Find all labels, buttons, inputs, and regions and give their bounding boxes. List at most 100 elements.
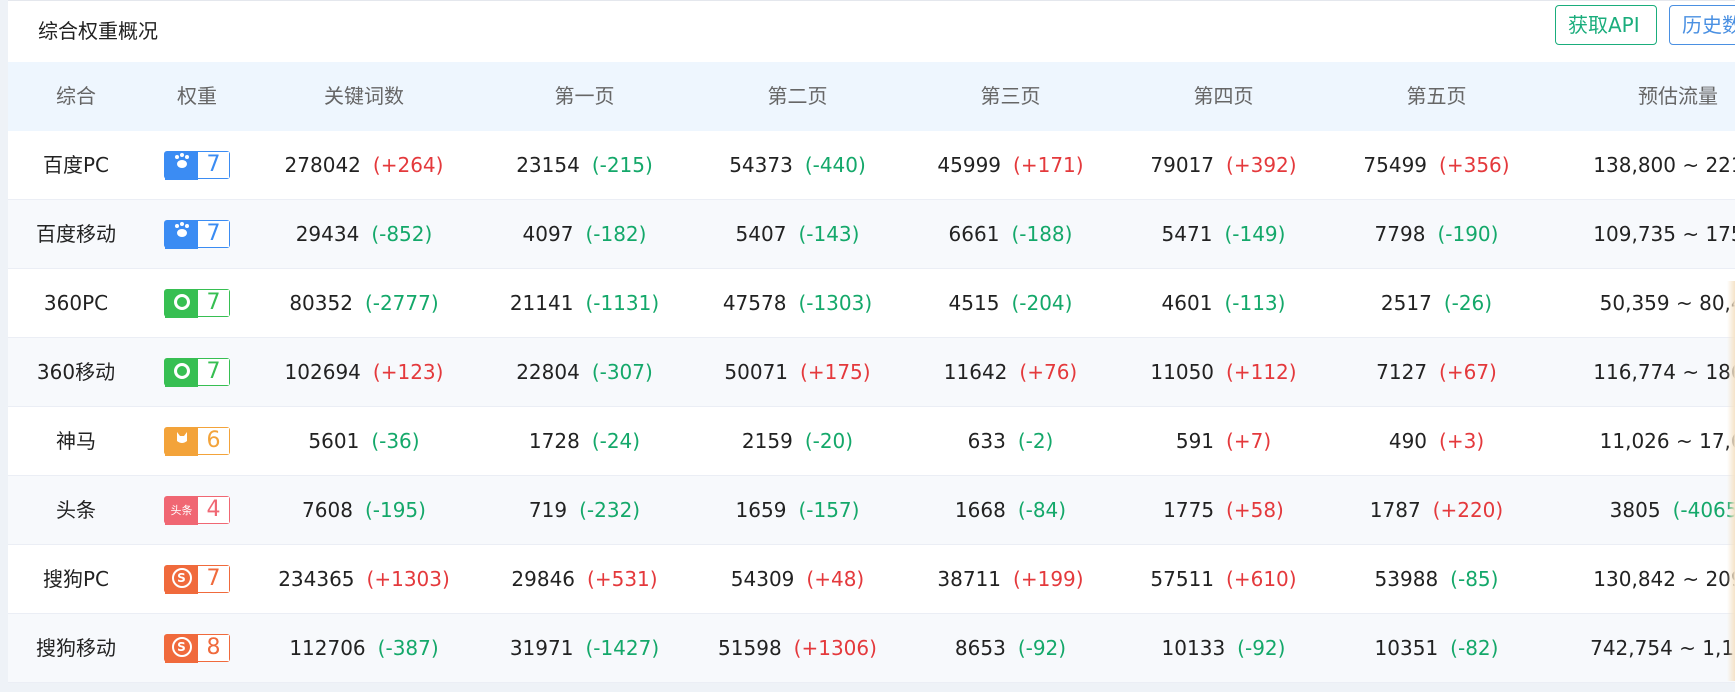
page2-change: (+175) bbox=[800, 360, 871, 384]
weight-badge[interactable]: S8 bbox=[164, 633, 230, 663]
page1-change: (-1427) bbox=[585, 636, 660, 660]
weight-badge[interactable]: 7 bbox=[164, 219, 230, 249]
keywords-cell[interactable]: 80352 (-2777) bbox=[250, 269, 478, 337]
engine-name: 头条 bbox=[56, 498, 96, 522]
page3-cell[interactable]: 1668 (-84) bbox=[904, 476, 1117, 544]
history-data-button[interactable]: 历史数 bbox=[1669, 5, 1735, 45]
page3-cell[interactable]: 45999 (+171) bbox=[904, 131, 1117, 199]
page2-cell[interactable]: 51598 (+1306) bbox=[691, 614, 904, 682]
page5-cell[interactable]: 2517 (-26) bbox=[1330, 269, 1543, 337]
keywords-value: 29434 bbox=[295, 222, 360, 246]
keywords-cell[interactable]: 234365 (+1303) bbox=[250, 545, 478, 613]
page2-value: 50071 bbox=[724, 360, 789, 384]
page5-cell[interactable]: 7127 (+67) bbox=[1330, 338, 1543, 406]
360-ring-icon bbox=[165, 289, 198, 318]
page2-cell[interactable]: 54309 (+48) bbox=[691, 545, 904, 613]
page2-value: 1659 bbox=[735, 498, 787, 522]
keywords-cell[interactable]: 102694 (+123) bbox=[250, 338, 478, 406]
page2-cell[interactable]: 47578 (-1303) bbox=[691, 269, 904, 337]
page5-value: 10351 bbox=[1374, 636, 1439, 660]
page5-cell[interactable]: 490 (+3) bbox=[1330, 407, 1543, 475]
page5-cell[interactable]: 1787 (+220) bbox=[1330, 476, 1543, 544]
page3-cell[interactable]: 38711 (+199) bbox=[904, 545, 1117, 613]
keywords-cell[interactable]: 112706 (-387) bbox=[250, 614, 478, 682]
get-api-button[interactable]: 获取API bbox=[1555, 5, 1657, 45]
page3-change: (-84) bbox=[1017, 498, 1067, 522]
page4-cell[interactable]: 1775 (+58) bbox=[1117, 476, 1330, 544]
keywords-change: (-36) bbox=[371, 429, 420, 453]
page2-cell[interactable]: 2159 (-20) bbox=[691, 407, 904, 475]
shenma-horse-icon bbox=[165, 427, 198, 456]
weight-badge[interactable]: 6 bbox=[164, 426, 230, 456]
page4-cell[interactable]: 79017 (+392) bbox=[1117, 131, 1330, 199]
page3-cell[interactable]: 4515 (-204) bbox=[904, 269, 1117, 337]
engine-name: 360移动 bbox=[36, 360, 116, 384]
page1-cell[interactable]: 719 (-232) bbox=[478, 476, 691, 544]
page1-cell[interactable]: 22804 (-307) bbox=[478, 338, 691, 406]
page3-cell[interactable]: 6661 (-188) bbox=[904, 200, 1117, 268]
page5-cell[interactable]: 7798 (-190) bbox=[1330, 200, 1543, 268]
page5-cell[interactable]: 75499 (+356) bbox=[1330, 131, 1543, 199]
page1-cell[interactable]: 4097 (-182) bbox=[478, 200, 691, 268]
page3-cell[interactable]: 633 (-2) bbox=[904, 407, 1117, 475]
weight-cell: 6 bbox=[144, 407, 250, 475]
keywords-value: 102694 bbox=[284, 360, 361, 384]
panel-header: 综合权重概况 获取API 历史数 bbox=[8, 1, 1735, 61]
keywords-cell[interactable]: 5601 (-36) bbox=[250, 407, 478, 475]
weight-badge[interactable]: 7 bbox=[164, 357, 230, 387]
weight-badge[interactable]: 7 bbox=[164, 288, 230, 318]
traffic-cell: 742,754 ~ 1,186, bbox=[1543, 614, 1735, 682]
page5-value: 7798 bbox=[1374, 222, 1426, 246]
page2-value: 54309 bbox=[730, 567, 795, 591]
page1-cell[interactable]: 31971 (-1427) bbox=[478, 614, 691, 682]
page4-cell[interactable]: 10133 (-92) bbox=[1117, 614, 1330, 682]
page4-cell[interactable]: 57511 (+610) bbox=[1117, 545, 1330, 613]
page1-cell[interactable]: 1728 (-24) bbox=[478, 407, 691, 475]
page1-cell[interactable]: 29846 (+531) bbox=[478, 545, 691, 613]
sogou-s-icon: S bbox=[165, 565, 198, 594]
keywords-value: 234365 bbox=[278, 567, 355, 591]
page5-cell[interactable]: 10351 (-82) bbox=[1330, 614, 1543, 682]
page1-change: (-307) bbox=[591, 360, 653, 384]
page4-cell[interactable]: 591 (+7) bbox=[1117, 407, 1330, 475]
keywords-cell[interactable]: 29434 (-852) bbox=[250, 200, 478, 268]
page1-cell[interactable]: 21141 (-1131) bbox=[478, 269, 691, 337]
traffic-cell: 109,735 ~ 175,2 bbox=[1543, 200, 1735, 268]
keywords-cell[interactable]: 7608 (-195) bbox=[250, 476, 478, 544]
keywords-change: (-195) bbox=[364, 498, 426, 522]
keywords-value: 7608 bbox=[302, 498, 353, 522]
page1-cell[interactable]: 23154 (-215) bbox=[478, 131, 691, 199]
keywords-cell[interactable]: 278042 (+264) bbox=[250, 131, 478, 199]
weight-value: 6 bbox=[198, 427, 229, 454]
col-header-traffic: 预估流量 bbox=[1638, 84, 1718, 108]
page2-cell[interactable]: 54373 (-440) bbox=[691, 131, 904, 199]
page5-cell[interactable]: 53988 (-85) bbox=[1330, 545, 1543, 613]
page4-cell[interactable]: 11050 (+112) bbox=[1117, 338, 1330, 406]
page3-value: 8653 bbox=[954, 636, 1006, 660]
weight-badge[interactable]: 头条 4 bbox=[164, 495, 230, 525]
page2-cell[interactable]: 5407 (-143) bbox=[691, 200, 904, 268]
page2-cell[interactable]: 50071 (+175) bbox=[691, 338, 904, 406]
weight-badge[interactable]: S7 bbox=[164, 564, 230, 594]
page4-cell[interactable]: 5471 (-149) bbox=[1117, 200, 1330, 268]
page4-change: (-149) bbox=[1224, 222, 1286, 246]
page4-change: (-113) bbox=[1224, 291, 1286, 315]
page4-cell[interactable]: 4601 (-113) bbox=[1117, 269, 1330, 337]
page3-change: (+171) bbox=[1013, 153, 1084, 177]
page2-cell[interactable]: 1659 (-157) bbox=[691, 476, 904, 544]
baidu-paw-icon bbox=[165, 220, 198, 249]
page3-cell[interactable]: 8653 (-92) bbox=[904, 614, 1117, 682]
page2-change: (-157) bbox=[798, 498, 860, 522]
traffic-change: (-4065) bbox=[1672, 498, 1735, 522]
table-row: 头条 头条 4 7608 (-195) 719 (-232) 1659 (-157) 1668 (-… bbox=[8, 476, 1735, 545]
page4-value: 57511 bbox=[1150, 567, 1215, 591]
traffic-cell: 116,774 ~ 186,5 bbox=[1543, 338, 1735, 406]
page5-value: 53988 bbox=[1374, 567, 1439, 591]
weight-badge[interactable]: 7 bbox=[164, 150, 230, 180]
traffic-cell: 130,842 ~ 209,0 bbox=[1543, 545, 1735, 613]
col-header-page1: 第一页 bbox=[554, 84, 615, 108]
traffic-cell: 11,026 ~ 17,61 bbox=[1543, 407, 1735, 475]
scroll-edge-shadow bbox=[1727, 281, 1735, 681]
page3-change: (-2) bbox=[1017, 429, 1054, 453]
page3-cell[interactable]: 11642 (+76) bbox=[904, 338, 1117, 406]
